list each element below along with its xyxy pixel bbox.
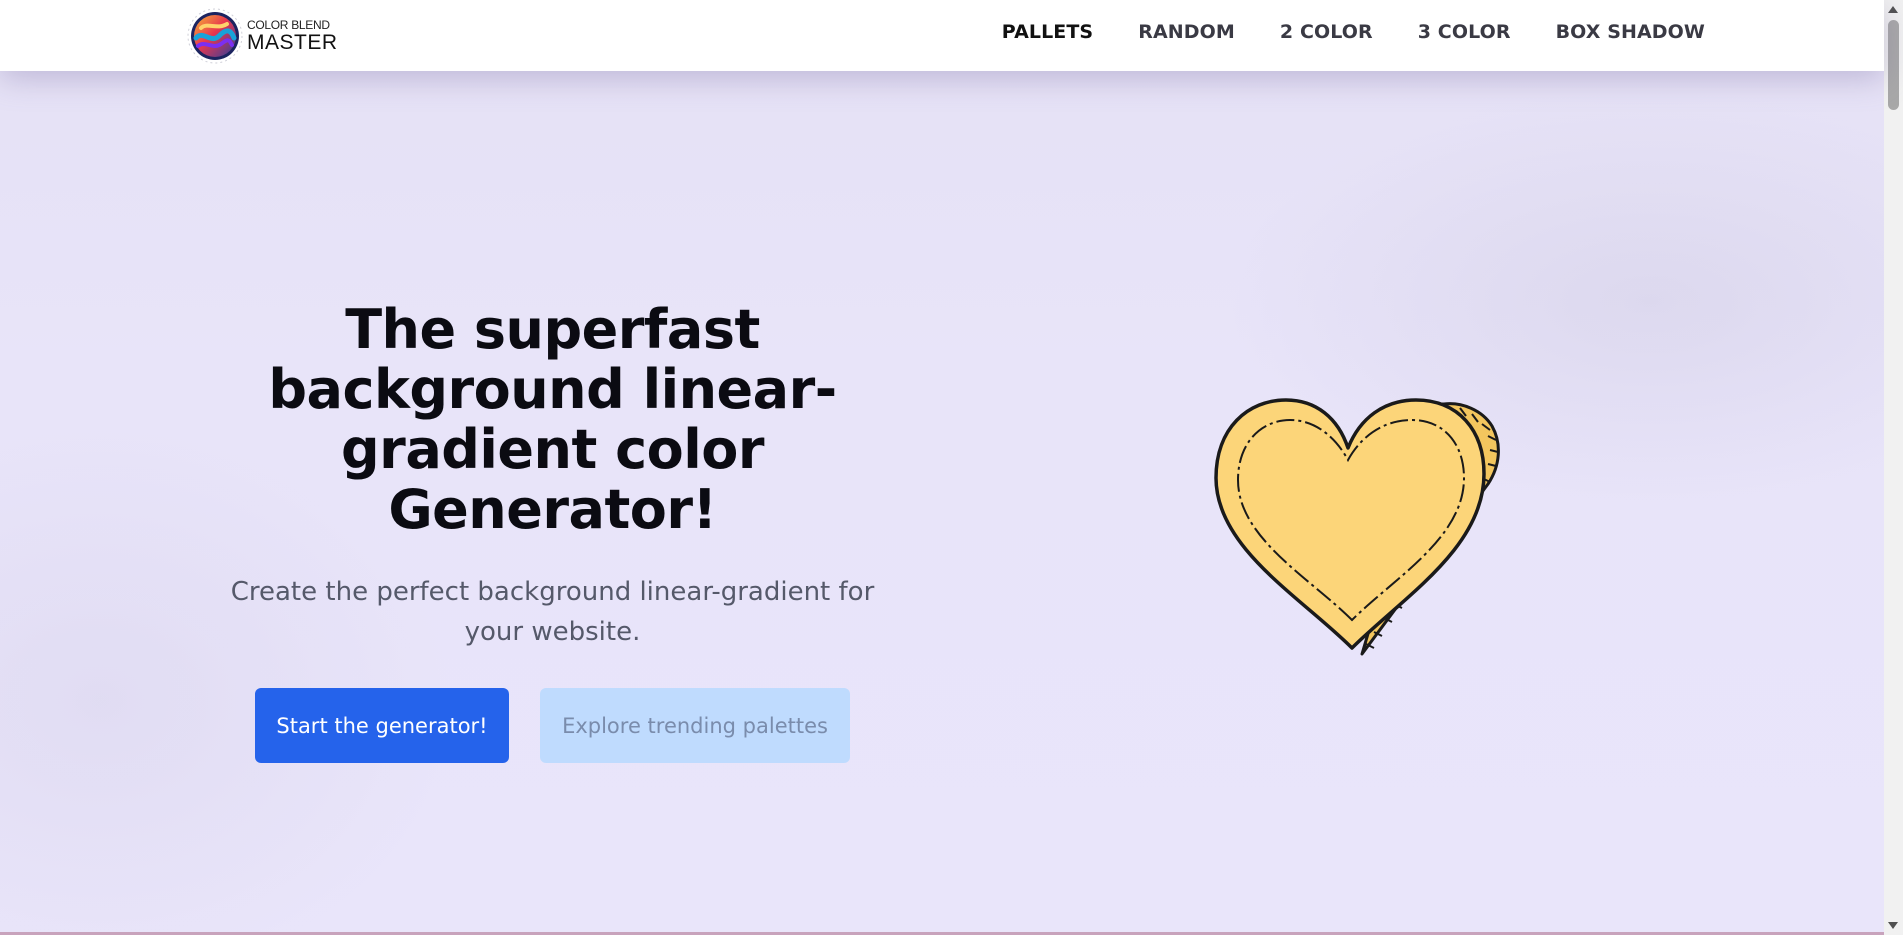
hero-title: The superfast background linear-gradient…: [268, 298, 837, 541]
nav-item-3-color[interactable]: 3 COLOR: [1418, 21, 1511, 43]
nav-item-pallets[interactable]: PALLETS: [1002, 21, 1093, 43]
hero-subtitle: Create the perfect background linear-gra…: [230, 577, 875, 647]
scroll-down-icon[interactable]: [1888, 922, 1898, 929]
scroll-up-icon[interactable]: [1888, 6, 1898, 13]
logo-icon: [187, 8, 243, 64]
brand-line2: MASTER: [247, 31, 338, 54]
nav-item-box-shadow[interactable]: BOX SHADOW: [1556, 21, 1705, 43]
scrollbar-thumb[interactable]: [1888, 20, 1899, 110]
navbar: COLOR BLEND MASTER PALLETS RANDOM 2 COLO…: [0, 0, 1884, 71]
hero-section: The superfast background linear-gradient…: [210, 300, 895, 652]
brand-logo[interactable]: COLOR BLEND MASTER: [187, 8, 337, 64]
main-nav: PALLETS RANDOM 2 COLOR 3 COLOR BOX SHADO…: [1002, 0, 1705, 64]
nav-item-random[interactable]: RANDOM: [1138, 21, 1235, 43]
vertical-scrollbar[interactable]: [1884, 0, 1903, 935]
brand-text: COLOR BLEND MASTER: [247, 19, 338, 53]
brand-line1: COLOR BLEND: [247, 18, 330, 32]
explore-palettes-button[interactable]: Explore trending palettes: [540, 688, 850, 763]
nav-item-2-color[interactable]: 2 COLOR: [1280, 21, 1373, 43]
heart-illustration-icon: [1214, 398, 1500, 656]
start-generator-button[interactable]: Start the generator!: [255, 688, 509, 763]
